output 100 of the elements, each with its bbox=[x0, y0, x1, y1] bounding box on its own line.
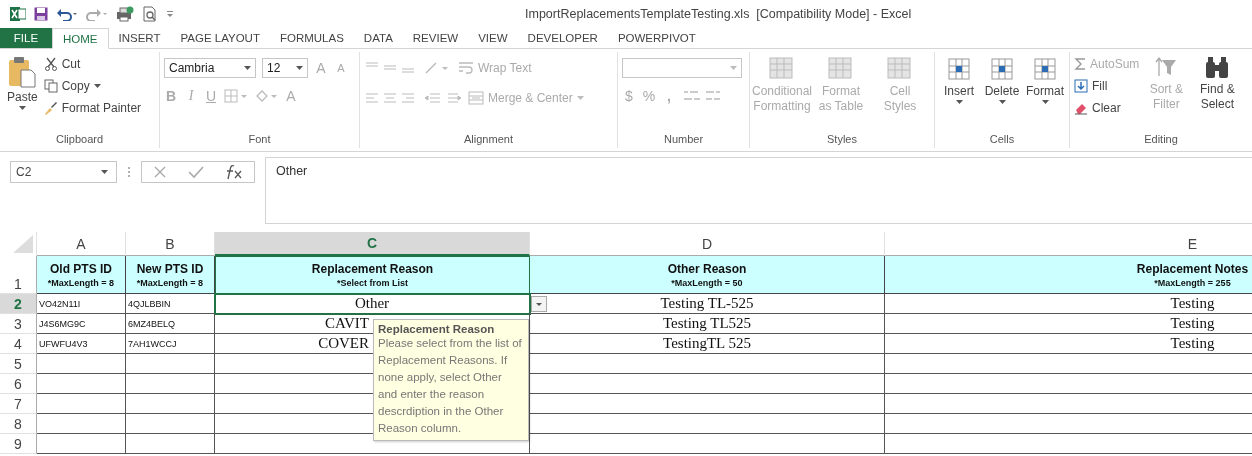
cells-icon bbox=[1031, 56, 1059, 82]
column-note: *Select from List bbox=[337, 278, 408, 288]
select-all-icon[interactable] bbox=[13, 235, 33, 253]
cut-button[interactable]: Cut bbox=[43, 54, 142, 74]
column-title: Replacement Notes bbox=[1136, 261, 1249, 276]
grip-icon[interactable] bbox=[127, 166, 131, 178]
group-label: Cells bbox=[988, 133, 1016, 147]
brush-icon bbox=[43, 101, 58, 115]
font-size-dropdown[interactable]: 12 bbox=[262, 58, 308, 78]
copy-button[interactable]: Copy bbox=[43, 76, 142, 96]
table-icon bbox=[886, 56, 914, 82]
table-cell: 4QJLBBIN bbox=[126, 294, 215, 314]
table-icon bbox=[768, 56, 796, 82]
caret-icon bbox=[998, 100, 1006, 104]
table-cell: UFWFU4V3 bbox=[37, 334, 126, 354]
column-title: Other Reason bbox=[667, 261, 747, 276]
table-cell: J4S6MG9C bbox=[37, 314, 126, 334]
cells-icon bbox=[945, 56, 973, 82]
wrap-text-icon bbox=[458, 61, 474, 75]
column-note: *MaxLength = 8 bbox=[136, 277, 204, 288]
caret-icon bbox=[955, 100, 963, 104]
format-painter-button[interactable]: Format Painter bbox=[43, 98, 142, 118]
row-header[interactable]: 6 bbox=[0, 374, 37, 394]
column-title: Replacement Reason bbox=[311, 262, 434, 276]
caret-icon bbox=[18, 106, 26, 110]
group-label: Alignment bbox=[463, 133, 514, 147]
group-label: Font bbox=[247, 133, 272, 147]
table-cell: 6MZ4BELQ bbox=[126, 314, 215, 334]
table-cell: Testing bbox=[885, 294, 1252, 314]
group-label: Styles bbox=[826, 133, 858, 147]
file-tab[interactable]: FILE bbox=[0, 28, 52, 48]
cancel-icon[interactable] bbox=[152, 165, 167, 179]
row-header[interactable]: 4 bbox=[0, 334, 37, 354]
name-box[interactable]: C2 bbox=[10, 161, 117, 183]
cells-button[interactable]: Format bbox=[1025, 54, 1065, 106]
decimal-places-icon[interactable] bbox=[682, 89, 722, 103]
redo-icon[interactable] bbox=[86, 7, 108, 21]
ribbon-tab[interactable]: PAGE LAYOUT bbox=[170, 28, 270, 48]
table-cell: 7AH1WCCJ bbox=[126, 334, 215, 354]
check-icon[interactable] bbox=[188, 165, 204, 179]
ribbon-tab[interactable]: INSERT bbox=[108, 28, 171, 48]
customize-caret-icon[interactable] bbox=[166, 10, 174, 18]
table-cell: Testing TL525 bbox=[530, 314, 885, 334]
ribbon-tab[interactable]: FORMULAS bbox=[269, 28, 354, 48]
caret-icon bbox=[93, 84, 101, 88]
group-label: Clipboard bbox=[54, 133, 105, 147]
table-cell[interactable]: Other bbox=[215, 294, 530, 314]
copy-icon bbox=[43, 79, 58, 93]
column-header[interactable]: C bbox=[215, 232, 530, 256]
row-header[interactable]: 3 bbox=[0, 314, 37, 334]
sigma-icon bbox=[1074, 57, 1086, 71]
ribbon-tab[interactable]: HOME bbox=[52, 28, 109, 49]
row-header[interactable]: 5 bbox=[0, 354, 37, 374]
group-label: Number bbox=[662, 133, 705, 147]
column-title: New PTS ID bbox=[136, 261, 204, 276]
insert-function-icon[interactable] bbox=[225, 164, 244, 180]
dropdown-button[interactable] bbox=[531, 296, 547, 312]
printer-icon[interactable] bbox=[116, 6, 134, 22]
column-note: *MaxLength = 255 bbox=[1154, 277, 1231, 288]
table-cell: VO42N11I bbox=[37, 294, 126, 314]
cells-icon bbox=[988, 56, 1016, 82]
paste-button[interactable]: Paste bbox=[4, 54, 41, 112]
ribbon-tab[interactable]: REVIEW bbox=[402, 28, 469, 48]
table-cell: TestingTL 525 bbox=[530, 334, 885, 354]
number-format-dropdown[interactable] bbox=[622, 58, 742, 78]
table-cell: Testing bbox=[885, 334, 1252, 354]
tooltip-title: Replacement Reason bbox=[378, 323, 496, 335]
ribbon-tab[interactable]: DEVELOPER bbox=[517, 28, 608, 48]
caret-icon bbox=[576, 96, 584, 100]
caret-icon bbox=[1041, 100, 1049, 104]
fill-down-icon bbox=[1074, 79, 1088, 93]
ribbon-tab[interactable]: DATA bbox=[353, 28, 403, 48]
cells-button[interactable]: Insert bbox=[939, 54, 979, 106]
ribbon-tab[interactable]: VIEW bbox=[468, 28, 518, 48]
save-icon[interactable] bbox=[34, 7, 48, 21]
row-header[interactable]: 7 bbox=[0, 394, 37, 414]
row-header[interactable]: 2 bbox=[0, 294, 37, 314]
borders-icon[interactable] bbox=[224, 89, 248, 103]
row-header[interactable]: 9 bbox=[0, 434, 37, 454]
scissors-icon bbox=[43, 57, 58, 71]
eraser-icon bbox=[1074, 101, 1088, 115]
cells-button[interactable]: Delete bbox=[982, 54, 1022, 106]
table-icon bbox=[827, 56, 855, 82]
undo-icon[interactable] bbox=[56, 7, 78, 21]
indent-icon[interactable] bbox=[424, 91, 462, 105]
fill-button[interactable]: Fill bbox=[1074, 76, 1140, 96]
caret-icon bbox=[244, 66, 251, 70]
window-title: ImportReplacementsTemplateTesting.xls [Compatibility Mode] - Excel bbox=[525, 7, 912, 21]
font-name-dropdown[interactable]: Cambria bbox=[164, 58, 256, 78]
table-cell: Testing bbox=[885, 314, 1252, 334]
fill-color-icon[interactable] bbox=[254, 89, 278, 103]
column-note: *MaxLength = 50 bbox=[671, 277, 743, 288]
print-preview-icon[interactable] bbox=[142, 6, 158, 22]
caret-icon bbox=[296, 66, 303, 70]
merge-cells-icon bbox=[468, 91, 484, 105]
formula-input[interactable]: Other bbox=[265, 157, 1252, 224]
find-select-button[interactable]: Find & Select bbox=[1193, 54, 1242, 114]
ribbon-tab[interactable]: POWERPIVOT bbox=[607, 28, 706, 48]
row-header[interactable]: 8 bbox=[0, 414, 37, 434]
clear-button[interactable]: Clear bbox=[1074, 98, 1140, 118]
